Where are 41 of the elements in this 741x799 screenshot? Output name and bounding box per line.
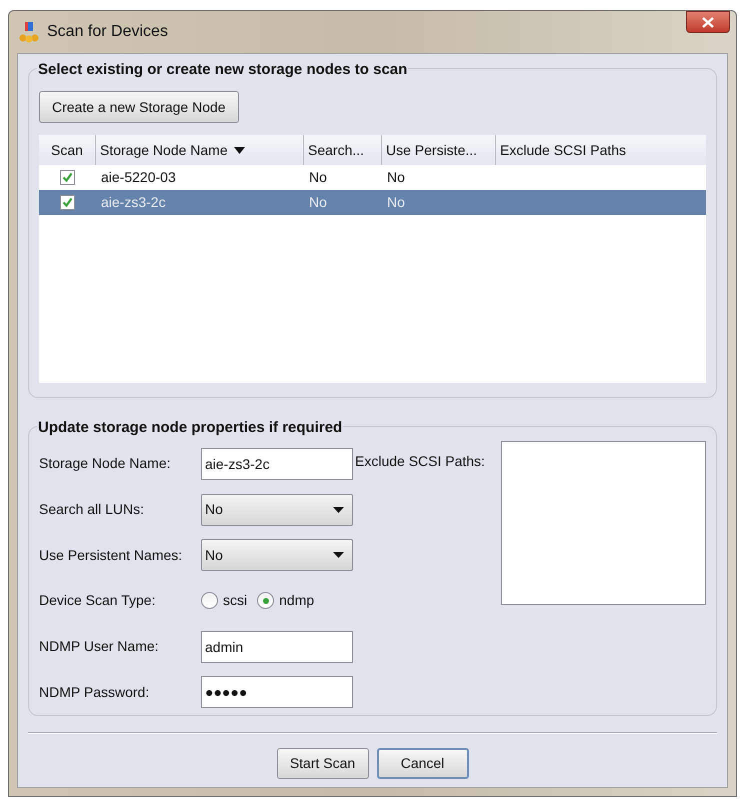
app-icon bbox=[19, 21, 39, 43]
radio-option[interactable]: scsi bbox=[201, 590, 248, 612]
close-icon bbox=[702, 16, 714, 28]
table-row[interactable]: aie-5220-03 No No bbox=[39, 165, 706, 190]
table-cell-text: No bbox=[308, 168, 328, 187]
table-cell-text: aie-5220-03 bbox=[100, 168, 177, 187]
field-label: Exclude SCSI Paths: bbox=[355, 452, 486, 471]
column-header[interactable]: Storage Node Name bbox=[95, 135, 303, 165]
sort-descending-icon bbox=[234, 146, 245, 154]
field-label: Search all LUNs: bbox=[39, 500, 146, 519]
dropdown-arrow-icon bbox=[333, 506, 344, 512]
close-button[interactable] bbox=[686, 11, 730, 33]
text-field[interactable]: admin bbox=[201, 630, 353, 663]
field-label: Storage Node Name: bbox=[39, 454, 172, 474]
text-field[interactable]: aie-zs3-2c bbox=[201, 448, 353, 480]
dialog-button[interactable]: Start Scan bbox=[276, 748, 368, 779]
radio-button[interactable] bbox=[201, 592, 218, 610]
dialog-button[interactable]: Cancel bbox=[376, 748, 468, 779]
table-cell-text: No bbox=[386, 168, 406, 187]
field-label: NDMP Password: bbox=[39, 682, 150, 702]
table-cell-text: No bbox=[308, 193, 328, 212]
window-title: Scan for Devices bbox=[47, 22, 168, 42]
column-header[interactable]: Use Persiste... bbox=[381, 135, 495, 165]
checkbox[interactable] bbox=[60, 195, 74, 210]
field-label: NDMP User Name: bbox=[39, 637, 160, 656]
dropdown-arrow-icon bbox=[333, 552, 344, 558]
checkbox[interactable] bbox=[60, 170, 74, 185]
radio-option[interactable]: ndmp bbox=[257, 590, 314, 612]
column-header[interactable]: Scan bbox=[39, 135, 95, 165]
table-cell-text: aie-zs3-2c bbox=[100, 193, 167, 212]
table-cell-text: No bbox=[386, 193, 406, 212]
field-label: Use Persistent Names: bbox=[39, 546, 184, 565]
radio-button[interactable] bbox=[257, 592, 274, 610]
dropdown[interactable]: No bbox=[201, 539, 353, 572]
dropdown[interactable]: No bbox=[201, 494, 353, 526]
create-node-button[interactable]: Create a new Storage Node bbox=[39, 91, 239, 123]
password-field[interactable]: ●●●●● bbox=[201, 676, 353, 708]
column-header[interactable]: Exclude SCSI Paths bbox=[495, 135, 706, 165]
column-header[interactable]: Search... bbox=[303, 135, 381, 165]
field-label: Device Scan Type: bbox=[39, 591, 156, 610]
text-area[interactable] bbox=[501, 441, 706, 605]
